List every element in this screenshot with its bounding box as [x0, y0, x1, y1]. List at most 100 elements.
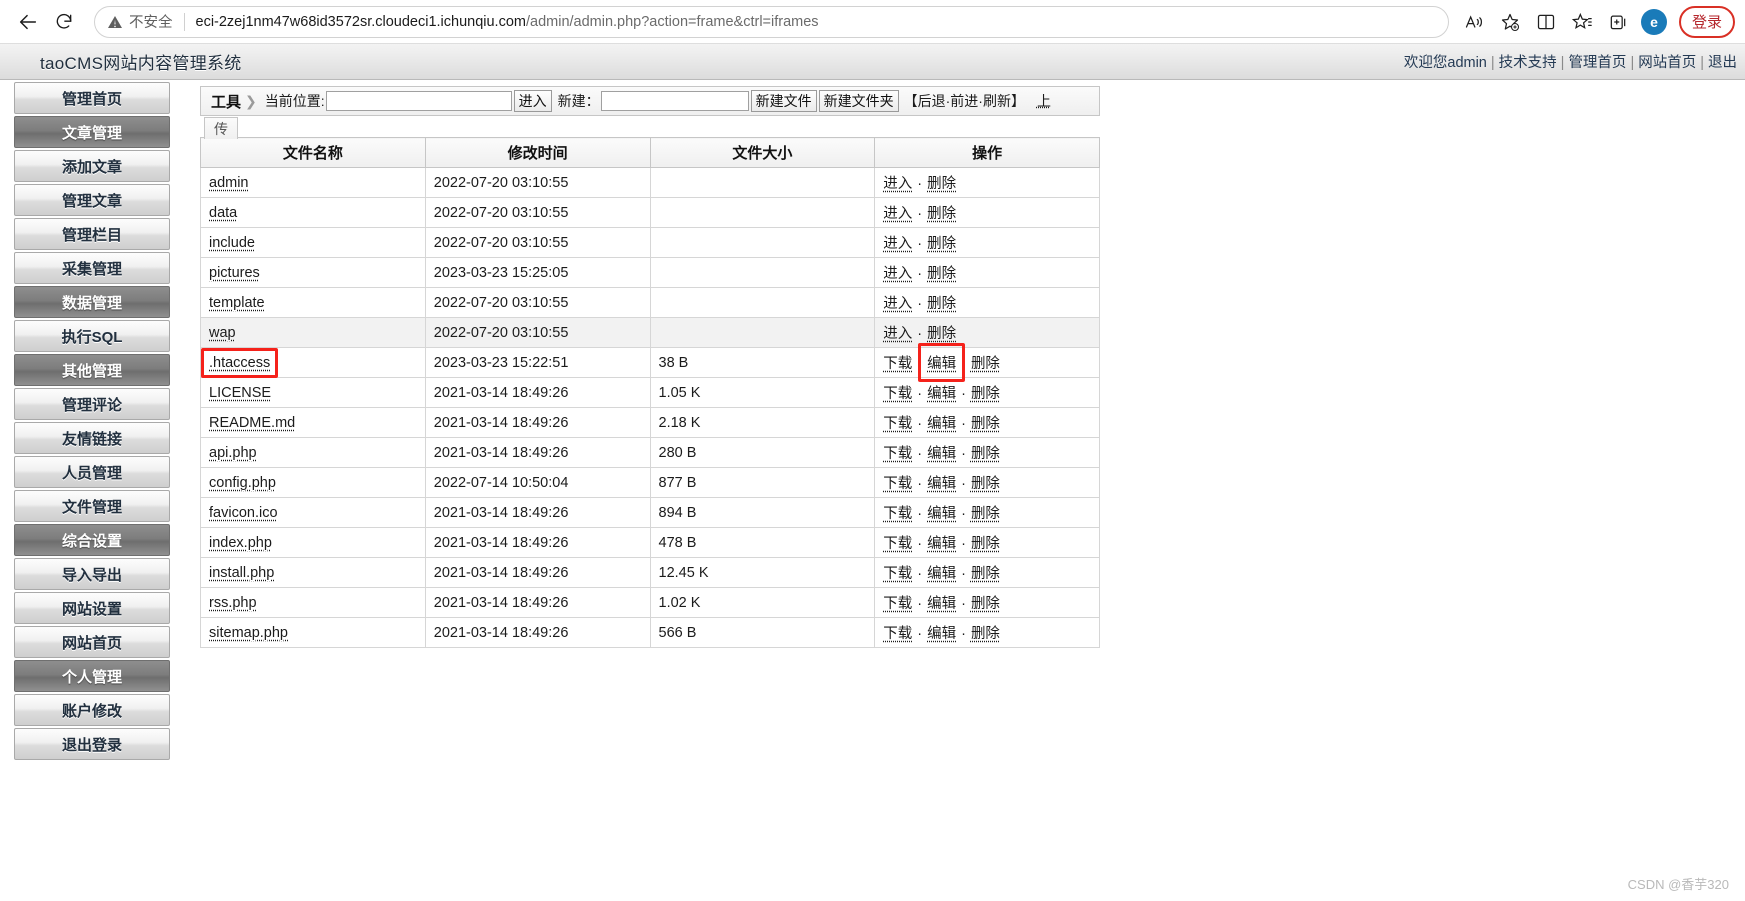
- action-edit-link[interactable]: 编辑: [927, 416, 956, 432]
- column-header-mtime[interactable]: 修改时间: [424, 137, 651, 168]
- sidebar-item-2[interactable]: 添加文章: [14, 150, 170, 182]
- sidebar-item-16[interactable]: 网站首页: [14, 626, 170, 658]
- profile-button[interactable]: 登录: [1679, 5, 1735, 38]
- action-download-link[interactable]: 下载: [883, 386, 912, 402]
- file-name-link[interactable]: template: [209, 295, 265, 311]
- action-delete-link[interactable]: 删除: [971, 626, 1000, 642]
- action-delete-link[interactable]: 删除: [927, 236, 956, 252]
- action-delete-link[interactable]: 删除: [971, 356, 1000, 372]
- history-nav-links[interactable]: 【后退·前进·刷新】: [904, 91, 1025, 111]
- file-name-link[interactable]: favicon.ico: [209, 505, 278, 521]
- action-download-link[interactable]: 下载: [883, 596, 912, 612]
- new-name-input[interactable]: [600, 91, 749, 111]
- file-name-link[interactable]: rss.php: [209, 595, 257, 611]
- action-edit-link[interactable]: 编辑: [927, 506, 956, 522]
- file-name-link[interactable]: config.php: [209, 475, 276, 491]
- file-name-link[interactable]: index.php: [209, 535, 272, 551]
- action-edit-link[interactable]: 编辑: [927, 626, 956, 642]
- action-enter-link[interactable]: 进入: [883, 326, 912, 342]
- parent-dir-link[interactable]: 上: [1037, 91, 1051, 111]
- action-edit-link[interactable]: 编辑: [927, 536, 956, 552]
- sidebar-item-4[interactable]: 管理栏目: [14, 218, 170, 250]
- action-delete-link[interactable]: 删除: [971, 476, 1000, 492]
- sidebar-item-0[interactable]: 管理首页: [14, 82, 170, 114]
- sidebar-item-9[interactable]: 管理评论: [14, 388, 170, 420]
- edge-copilot-icon[interactable]: e: [1637, 6, 1671, 38]
- sidebar-item-7[interactable]: 执行SQL: [14, 320, 170, 352]
- file-name-link[interactable]: sitemap.php: [209, 625, 288, 641]
- action-delete-link[interactable]: 删除: [971, 596, 1000, 612]
- sidebar-item-5[interactable]: 采集管理: [14, 252, 170, 284]
- sidebar-item-3[interactable]: 管理文章: [14, 184, 170, 216]
- file-name-link[interactable]: LICENSE: [209, 385, 271, 401]
- sidebar-item-15[interactable]: 网站设置: [14, 592, 170, 624]
- active-tab-stub[interactable]: [185, 0, 415, 4]
- new-file-button[interactable]: 新建文件: [750, 90, 817, 112]
- action-enter-link[interactable]: 进入: [883, 176, 912, 192]
- file-name-link[interactable]: api.php: [209, 445, 257, 461]
- file-name-link[interactable]: data: [209, 205, 237, 221]
- header-link-admin-home[interactable]: 管理首页: [1568, 55, 1626, 71]
- back-button[interactable]: [10, 6, 46, 38]
- column-header-size[interactable]: 文件大小: [649, 137, 876, 168]
- add-favorite-icon[interactable]: [1493, 6, 1527, 38]
- sidebar-item-17[interactable]: 个人管理: [14, 660, 170, 692]
- action-enter-link[interactable]: 进入: [883, 236, 912, 252]
- sidebar-item-11[interactable]: 人员管理: [14, 456, 170, 488]
- action-delete-link[interactable]: 删除: [971, 446, 1000, 462]
- action-download-link[interactable]: 下载: [883, 566, 912, 582]
- action-delete-link[interactable]: 删除: [971, 566, 1000, 582]
- new-folder-button[interactable]: 新建文件夹: [818, 90, 899, 112]
- sidebar-item-8[interactable]: 其他管理: [14, 354, 170, 386]
- sidebar-item-10[interactable]: 友情链接: [14, 422, 170, 454]
- sidebar-item-14[interactable]: 导入导出: [14, 558, 170, 590]
- file-name-link[interactable]: admin: [209, 175, 249, 191]
- action-download-link[interactable]: 下载: [883, 626, 912, 642]
- sidebar-item-19[interactable]: 退出登录: [14, 728, 170, 760]
- favorites-icon[interactable]: [1565, 6, 1599, 38]
- action-edit-link[interactable]: 编辑: [927, 386, 956, 402]
- column-header-name[interactable]: 文件名称: [200, 137, 426, 168]
- action-delete-link[interactable]: 删除: [927, 266, 956, 282]
- action-enter-link[interactable]: 进入: [883, 206, 912, 222]
- address-bar[interactable]: 不安全 eci-2zej1nm47w68id3572sr.cloudeci1.i…: [94, 5, 1449, 38]
- read-aloud-icon[interactable]: [1457, 6, 1491, 38]
- enter-button[interactable]: 进入: [513, 90, 552, 112]
- file-name-link[interactable]: include: [209, 235, 255, 251]
- header-link-support[interactable]: 技术支持: [1499, 55, 1557, 71]
- action-delete-link[interactable]: 删除: [971, 386, 1000, 402]
- action-edit-link[interactable]: 编辑: [927, 476, 956, 492]
- collections-icon[interactable]: [1601, 6, 1635, 38]
- action-edit-link[interactable]: 编辑: [927, 446, 956, 462]
- action-enter-link[interactable]: 进入: [883, 266, 912, 282]
- action-download-link[interactable]: 下载: [883, 446, 912, 462]
- sidebar-item-18[interactable]: 账户修改: [14, 694, 170, 726]
- sidebar-item-12[interactable]: 文件管理: [14, 490, 170, 522]
- file-name-link[interactable]: pictures: [209, 265, 260, 281]
- action-download-link[interactable]: 下载: [883, 506, 912, 522]
- action-delete-link[interactable]: 删除: [927, 176, 956, 192]
- action-delete-link[interactable]: 删除: [971, 416, 1000, 432]
- file-name-link[interactable]: install.php: [209, 565, 274, 581]
- reload-button[interactable]: [46, 6, 82, 38]
- file-name-link[interactable]: wap: [209, 325, 236, 341]
- action-delete-link[interactable]: 删除: [971, 506, 1000, 522]
- action-download-link[interactable]: 下载: [883, 536, 912, 552]
- action-delete-link[interactable]: 删除: [927, 326, 956, 342]
- upload-tab[interactable]: 传: [204, 117, 238, 139]
- current-path-input[interactable]: [325, 91, 512, 111]
- action-delete-link[interactable]: 删除: [927, 296, 956, 312]
- action-download-link[interactable]: 下载: [883, 416, 912, 432]
- action-download-link[interactable]: 下载: [883, 356, 912, 372]
- sidebar-item-1[interactable]: 文章管理: [14, 116, 170, 148]
- file-name-link[interactable]: .htaccess: [209, 355, 270, 371]
- sidebar-item-13[interactable]: 综合设置: [14, 524, 170, 556]
- action-download-link[interactable]: 下载: [883, 476, 912, 492]
- action-edit-link[interactable]: 编辑: [927, 566, 956, 582]
- header-link-logout[interactable]: 退出: [1708, 55, 1737, 71]
- sidebar-item-6[interactable]: 数据管理: [14, 286, 170, 318]
- header-link-site-home[interactable]: 网站首页: [1638, 55, 1696, 71]
- action-edit-link[interactable]: 编辑: [927, 356, 956, 372]
- action-delete-link[interactable]: 删除: [971, 536, 1000, 552]
- split-screen-icon[interactable]: [1529, 6, 1563, 38]
